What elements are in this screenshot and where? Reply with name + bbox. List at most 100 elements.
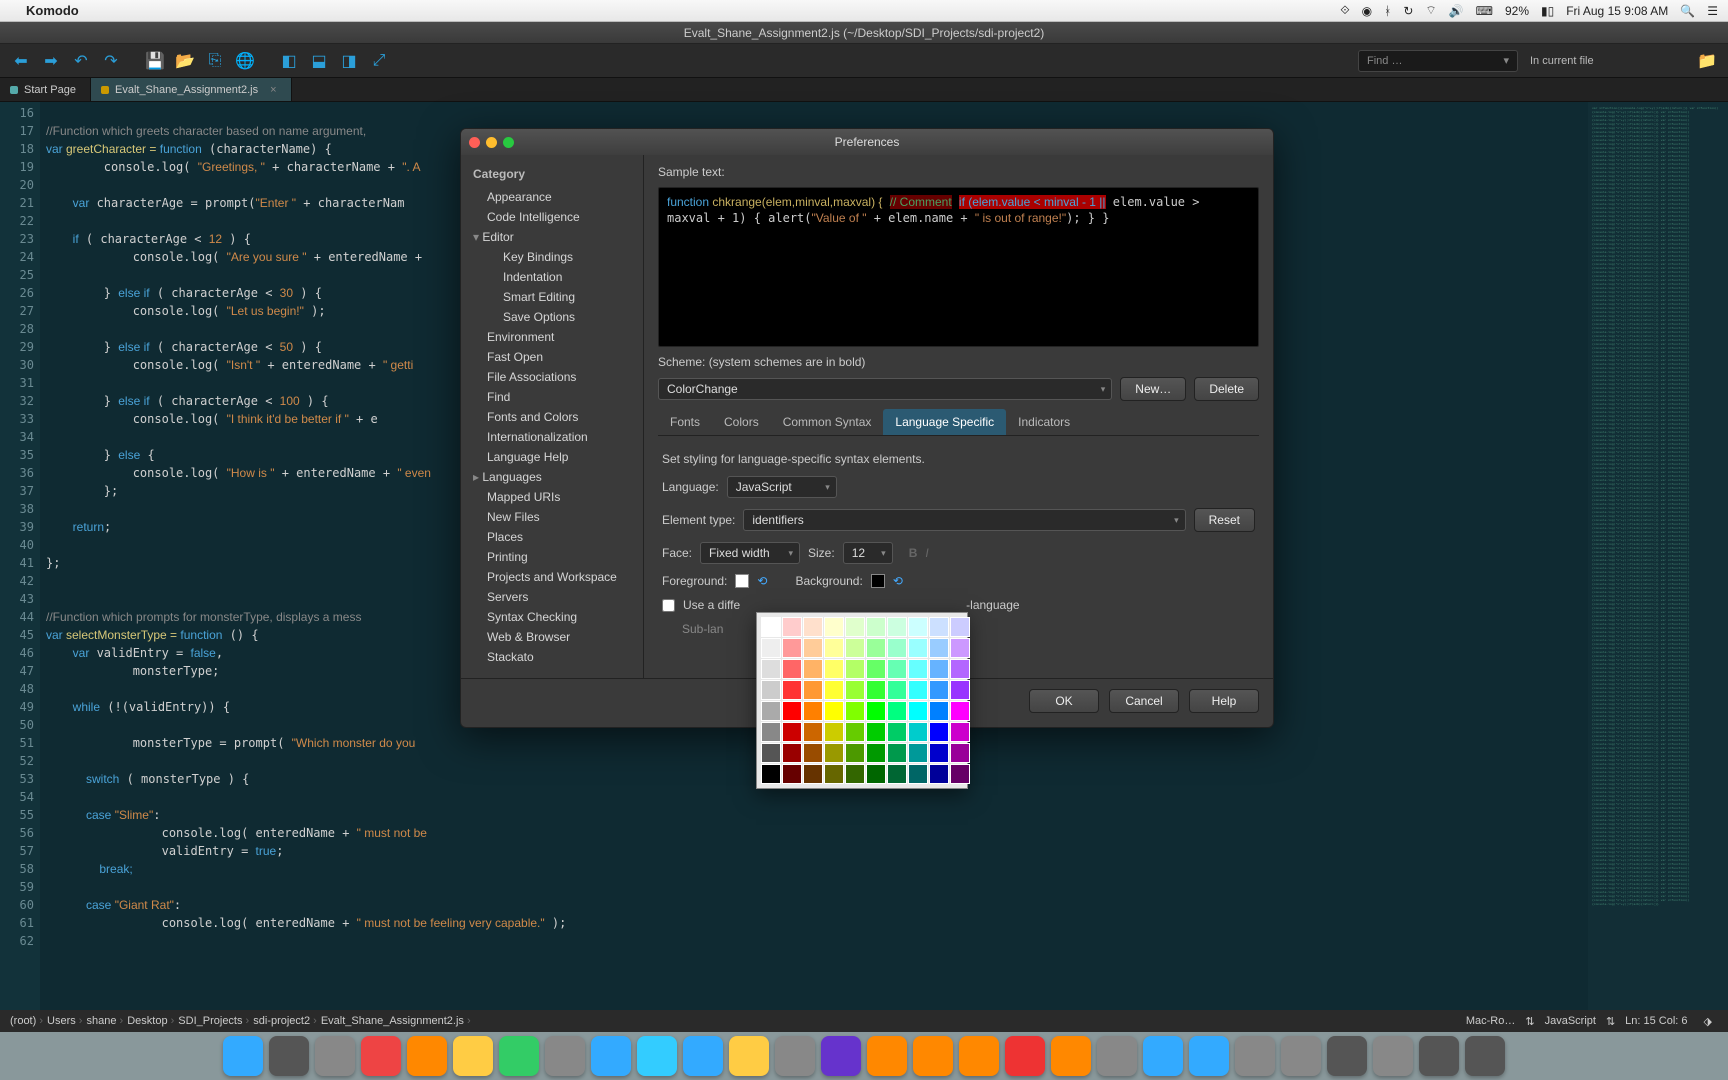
color-swatch[interactable] [866, 743, 886, 763]
cat-web[interactable]: Web & Browser [465, 627, 639, 647]
color-swatch[interactable] [824, 722, 844, 742]
reset-button[interactable]: Reset [1194, 508, 1255, 532]
color-swatch[interactable] [824, 764, 844, 784]
color-swatch[interactable] [782, 638, 802, 658]
color-swatch[interactable] [824, 701, 844, 721]
color-swatch[interactable] [950, 617, 970, 637]
close-icon[interactable] [469, 137, 480, 148]
cat-fast-open[interactable]: Fast Open [465, 347, 639, 367]
pane-left-button[interactable]: ◧ [276, 48, 302, 74]
new-scheme-button[interactable]: New… [1120, 377, 1186, 401]
cat-fonts-colors[interactable]: Fonts and Colors [465, 407, 639, 427]
color-swatch[interactable] [866, 659, 886, 679]
dock-app[interactable] [407, 1036, 447, 1076]
cat-places[interactable]: Places [465, 527, 639, 547]
color-swatch[interactable] [803, 722, 823, 742]
language-select[interactable]: JavaScript [727, 476, 837, 498]
cat-code-intel[interactable]: Code Intelligence [465, 207, 639, 227]
dock-app[interactable] [315, 1036, 355, 1076]
dock-app[interactable] [545, 1036, 585, 1076]
record-icon[interactable]: ◉ [1362, 4, 1372, 18]
breadcrumb[interactable]: SDI_Projects [178, 1015, 249, 1027]
cat-find[interactable]: Find [465, 387, 639, 407]
use-different-checkbox[interactable] [662, 599, 675, 612]
cat-save-options[interactable]: Save Options [465, 307, 639, 327]
undo-button[interactable]: ↶ [68, 48, 94, 74]
color-swatch[interactable] [929, 722, 949, 742]
wifi-icon[interactable]: ⌔ [1425, 3, 1436, 18]
color-swatch[interactable] [803, 617, 823, 637]
encoding-picker[interactable]: Mac-Ro… [1460, 1015, 1522, 1027]
color-swatch[interactable] [866, 638, 886, 658]
dock-app[interactable] [821, 1036, 861, 1076]
bg-reset-icon[interactable]: ⟲ [893, 574, 903, 588]
color-swatch[interactable] [782, 764, 802, 784]
dock-app[interactable] [361, 1036, 401, 1076]
dock-app[interactable] [637, 1036, 677, 1076]
color-swatch[interactable] [803, 764, 823, 784]
tab-language-specific[interactable]: Language Specific [883, 409, 1006, 435]
color-swatch[interactable] [950, 701, 970, 721]
breadcrumb[interactable]: (root) [10, 1015, 43, 1027]
minimize-icon[interactable] [486, 137, 497, 148]
color-swatch[interactable] [761, 743, 781, 763]
dock-app[interactable] [1097, 1036, 1137, 1076]
color-swatch[interactable] [887, 617, 907, 637]
volume-icon[interactable]: 🔊 [1449, 4, 1464, 18]
color-swatch[interactable] [908, 701, 928, 721]
cat-stackato[interactable]: Stackato [465, 647, 639, 667]
notification-center-icon[interactable]: ☰ [1707, 4, 1718, 18]
color-swatch[interactable] [887, 743, 907, 763]
dock-app[interactable] [683, 1036, 723, 1076]
color-swatch[interactable] [887, 722, 907, 742]
color-swatch[interactable] [845, 701, 865, 721]
breadcrumb[interactable]: shane [86, 1015, 123, 1027]
size-select[interactable]: 12 [843, 542, 893, 564]
color-swatch[interactable] [887, 680, 907, 700]
breadcrumb[interactable]: Users [47, 1015, 82, 1027]
timemachine-icon[interactable]: ↻ [1403, 4, 1413, 18]
breadcrumb[interactable]: Evalt_Shane_Assignment2.js [321, 1015, 471, 1027]
bluetooth-icon[interactable]: ᚼ [1384, 4, 1391, 18]
color-swatch[interactable] [803, 701, 823, 721]
save-button[interactable]: 💾 [142, 48, 168, 74]
color-swatch[interactable] [908, 659, 928, 679]
dock-app[interactable] [913, 1036, 953, 1076]
pane-bottom-button[interactable]: ⬓ [306, 48, 332, 74]
dock-app[interactable] [867, 1036, 907, 1076]
pane-right-button[interactable]: ◨ [336, 48, 362, 74]
dock-app[interactable] [591, 1036, 631, 1076]
color-swatch[interactable] [782, 743, 802, 763]
dock-app[interactable] [1327, 1036, 1367, 1076]
redo-button[interactable]: ↷ [98, 48, 124, 74]
color-swatch[interactable] [761, 701, 781, 721]
dock-app[interactable] [223, 1036, 263, 1076]
color-swatch[interactable] [845, 722, 865, 742]
find-scope[interactable]: In current file [1530, 55, 1690, 67]
color-swatch[interactable] [950, 680, 970, 700]
cat-indentation[interactable]: Indentation [465, 267, 639, 287]
dock-app[interactable] [959, 1036, 999, 1076]
find-input[interactable]: Find … ▾ [1358, 50, 1518, 72]
color-swatch[interactable] [908, 743, 928, 763]
color-swatch[interactable] [782, 701, 802, 721]
battery-icon[interactable]: ▮▯ [1541, 4, 1554, 18]
cat-key-bindings[interactable]: Key Bindings [465, 247, 639, 267]
dock-app[interactable] [1465, 1036, 1505, 1076]
color-swatch[interactable] [908, 680, 928, 700]
cancel-button[interactable]: Cancel [1109, 689, 1179, 713]
color-swatch[interactable] [845, 659, 865, 679]
color-swatch[interactable] [929, 680, 949, 700]
dock-app[interactable] [775, 1036, 815, 1076]
cat-servers[interactable]: Servers [465, 587, 639, 607]
color-swatch[interactable] [824, 617, 844, 637]
color-swatch[interactable] [761, 617, 781, 637]
color-swatch[interactable] [950, 659, 970, 679]
dock-app[interactable] [1005, 1036, 1045, 1076]
ok-button[interactable]: OK [1029, 689, 1099, 713]
status-icon[interactable]: ⬗ [1698, 1015, 1718, 1028]
spotlight-icon[interactable]: 🔍 [1680, 4, 1695, 18]
dock-app[interactable] [1419, 1036, 1459, 1076]
tab-indicators[interactable]: Indicators [1006, 409, 1082, 435]
color-swatch[interactable] [866, 701, 886, 721]
